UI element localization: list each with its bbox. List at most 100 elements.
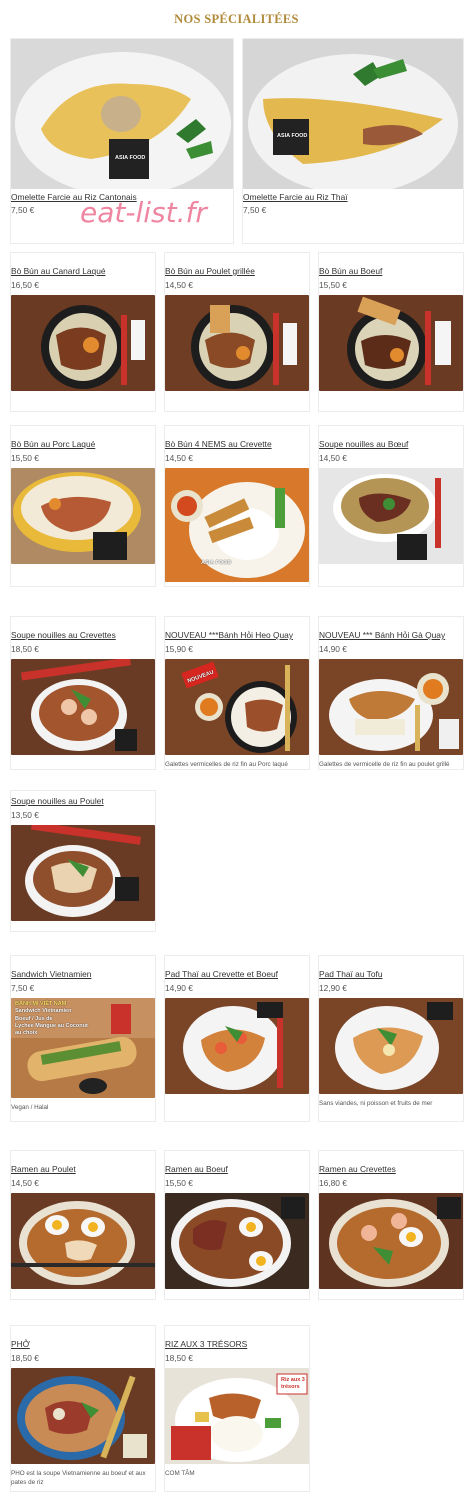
dish-price: 18,50 €	[11, 1353, 39, 1363]
dish-price: 14,50 €	[165, 280, 193, 290]
dish-price: 14,90 €	[165, 983, 193, 993]
dish-price: 15,90 €	[165, 644, 193, 654]
pad-thai-image	[319, 998, 463, 1094]
dish-description: Sans viandes, ni poisson et fruits de me…	[319, 1100, 433, 1107]
omelette-image	[11, 39, 233, 189]
soup-image	[11, 659, 155, 755]
dish-photo[interactable]	[319, 1193, 463, 1289]
dish-name[interactable]: RIZ AUX 3 TRÉSORS	[165, 1339, 309, 1349]
banh-hoi-image	[165, 659, 309, 755]
dish-name[interactable]: Bò Bún au Poulet grillée	[165, 266, 309, 276]
dish-price: 13,50 €	[11, 810, 39, 820]
dish-photo[interactable]	[319, 295, 463, 391]
list-item: Bò Bún 4 NEMS au Crevette 14,50 € ASIA F…	[164, 425, 310, 587]
brand-badge: ASIA FOOD	[201, 560, 232, 566]
list-item: Soupe nouilles au Crevettes 18,50 €	[10, 616, 156, 770]
banh-hoi-image	[319, 659, 463, 755]
list-item: Sandwich Vietnamien 7,50 € BÁNH MÌ VIỆT …	[10, 955, 156, 1122]
dish-price: 7,50 €	[11, 983, 35, 993]
dish-price: 14,50 €	[165, 453, 193, 463]
list-item: Soupe nouilles au Bœuf 14,50 €	[318, 425, 464, 587]
dish-name[interactable]: NOUVEAU ***Bánh Hỏi Heo Quay	[165, 630, 309, 640]
dish-photo[interactable]	[11, 1368, 155, 1464]
ramen-image	[165, 1193, 309, 1289]
brand-badge: ASIA FOOD	[277, 133, 308, 139]
dish-name[interactable]: Ramen au Poulet	[11, 1164, 155, 1174]
ramen-image	[319, 1193, 463, 1289]
dish-photo[interactable]	[11, 295, 155, 391]
dish-photo[interactable]	[11, 659, 155, 755]
dish-photo[interactable]	[11, 468, 155, 564]
dish-photo[interactable]	[319, 659, 463, 755]
dish-name[interactable]: PHỞ	[11, 1339, 155, 1349]
dish-name[interactable]: Ramen au Crevettes	[319, 1164, 463, 1174]
dish-description: COM TÂM	[165, 1470, 195, 1477]
dish-photo[interactable]	[11, 1193, 155, 1289]
dish-price: 14,90 €	[319, 644, 347, 654]
dish-price: 18,50 €	[165, 1353, 193, 1363]
omelette-image	[243, 39, 463, 189]
dish-price: 15,50 €	[11, 453, 39, 463]
dish-name[interactable]: Soupe nouilles au Poulet	[11, 796, 155, 806]
dish-description: Galettes vermicelles de riz fin au Porc …	[165, 761, 288, 768]
dish-name[interactable]: Bò Bún au Canard Laqué	[11, 266, 155, 276]
promo-title: BÁNH MÌ VIỆT NAM	[15, 1001, 67, 1007]
soup-image	[319, 468, 463, 564]
list-item: Ramen au Crevettes 16,80 €	[318, 1150, 464, 1300]
dish-price: 14,50 €	[11, 1178, 39, 1188]
list-item: RIZ AUX 3 TRÉSORS 18,50 € Riz aux 3 trés…	[164, 1325, 310, 1492]
dish-photo[interactable]	[165, 998, 309, 1094]
list-item: Soupe nouilles au Poulet 13,50 €	[10, 790, 156, 932]
dish-photo[interactable]	[319, 998, 463, 1094]
dish-price: 16,50 €	[11, 280, 39, 290]
bobun-image	[165, 468, 309, 582]
list-item: Bò Bún au Canard Laqué 16,50 €	[10, 252, 156, 412]
list-item: NOUVEAU ***Bánh Hỏi Heo Quay 15,90 € NOU…	[164, 616, 310, 770]
list-item: Bò Bún au Boeuf 15,50 €	[318, 252, 464, 412]
dish-price: 15,50 €	[319, 280, 347, 290]
dish-photo[interactable]: BÁNH MÌ VIỆT NAM Sandwich Vietnamien Boe…	[11, 998, 155, 1098]
bobun-image	[319, 295, 463, 391]
dish-name[interactable]: Sandwich Vietnamien	[11, 969, 155, 979]
dish-name[interactable]: NOUVEAU *** Bánh Hỏi Gà Quay	[319, 630, 463, 640]
brand-badge: ASIA FOOD	[115, 155, 146, 161]
dish-photo[interactable]	[11, 825, 155, 921]
dish-photo[interactable]	[165, 1193, 309, 1289]
list-item: PHỞ 18,50 € PHO est la soupe Vietnamienn…	[10, 1325, 156, 1492]
dish-photo[interactable]: ASIA FOOD	[165, 468, 309, 582]
dish-name[interactable]: Ramen au Boeuf	[165, 1164, 309, 1174]
dish-photo[interactable]	[165, 295, 309, 391]
dish-name[interactable]: Soupe nouilles au Bœuf	[319, 439, 463, 449]
dish-photo[interactable]	[319, 468, 463, 564]
pho-image	[11, 1368, 155, 1464]
list-item: Bò Bún au Porc Laqué 15,50 €	[10, 425, 156, 587]
list-item: Pad Thaï au Tofu 12,90 € Sans viandes, n…	[318, 955, 464, 1122]
dish-photo[interactable]: Riz aux 3 trésors	[165, 1368, 309, 1464]
dish-name[interactable]: Soupe nouilles au Crevettes	[11, 630, 155, 640]
list-item: Ramen au Poulet 14,50 €	[10, 1150, 156, 1300]
list-item: ASIA FOOD Omelette Farcie au Riz Thaï 7,…	[242, 38, 464, 244]
bobun-image	[165, 295, 309, 391]
bobun-image	[11, 468, 155, 564]
dish-price: 18,50 €	[11, 644, 39, 654]
dish-price: 7,50 €	[243, 205, 267, 215]
dish-name[interactable]: Bò Bún au Boeuf	[319, 266, 463, 276]
dish-name[interactable]: Pad Thaï au Crevette et Boeuf	[165, 969, 309, 979]
promo-tag: Riz aux 3	[281, 1377, 305, 1383]
dish-price: 16,80 €	[319, 1178, 347, 1188]
list-item: Bò Bún au Poulet grillée 14,50 €	[164, 252, 310, 412]
dish-photo[interactable]: NOUVEAU	[165, 659, 309, 755]
promo-line: Lychee Mangue au Coconut	[15, 1023, 88, 1029]
dish-name[interactable]: Bò Bún au Porc Laqué	[11, 439, 155, 449]
dish-photo[interactable]: ASIA FOOD	[11, 39, 233, 189]
ramen-image	[11, 1193, 155, 1289]
dish-name[interactable]: Pad Thaï au Tofu	[319, 969, 463, 979]
dish-price: 7,50 €	[11, 205, 35, 215]
promo-subtitle: Sandwich Vietnamien	[15, 1008, 72, 1014]
promo-line: Boeuf / Jus de	[15, 1016, 53, 1022]
promo-line: au choix	[15, 1030, 38, 1036]
list-item: NOUVEAU *** Bánh Hỏi Gà Quay 14,90 € Gal…	[318, 616, 464, 770]
dish-name[interactable]: Bò Bún 4 NEMS au Crevette	[165, 439, 309, 449]
dish-photo[interactable]: ASIA FOOD	[243, 39, 463, 189]
dish-name[interactable]: Omelette Farcie au Riz Thaï	[243, 192, 463, 202]
